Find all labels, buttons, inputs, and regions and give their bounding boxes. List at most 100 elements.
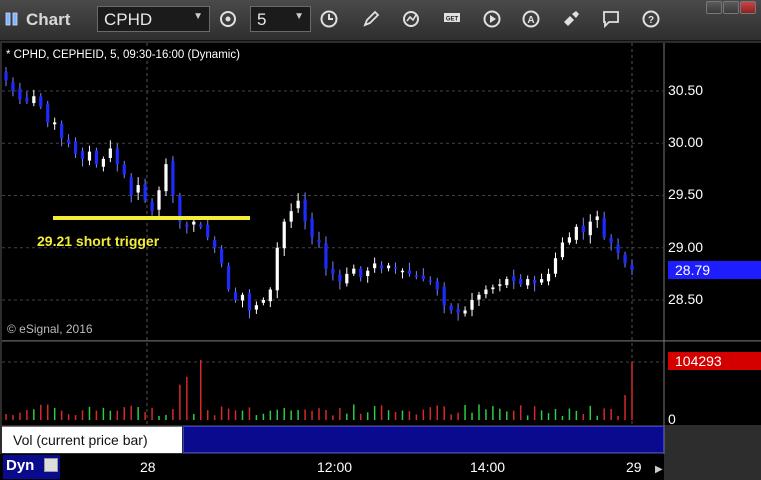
candle-body bbox=[602, 217, 606, 238]
candle-body bbox=[247, 293, 252, 311]
refresh-button[interactable] bbox=[397, 6, 425, 32]
indicator-label-text: Vol (current price bar) bbox=[13, 432, 148, 448]
candle-body bbox=[456, 309, 460, 313]
candle-body bbox=[539, 279, 544, 283]
candle-body bbox=[226, 265, 231, 290]
time-tick: 28 bbox=[140, 459, 156, 475]
candle-body bbox=[400, 270, 405, 273]
settings-button[interactable] bbox=[214, 6, 242, 32]
symbol-value: CPHD bbox=[104, 10, 153, 29]
last-price-value: 28.79 bbox=[675, 262, 711, 278]
candle-body bbox=[359, 268, 363, 278]
candle-body bbox=[421, 275, 425, 280]
candle-body bbox=[491, 287, 495, 290]
indicator-bar bbox=[183, 426, 664, 453]
chevron-down-icon: ▼ bbox=[193, 11, 203, 22]
interval-combo[interactable]: 5 ▼ bbox=[250, 6, 311, 32]
svg-text:?: ? bbox=[648, 15, 654, 26]
price-tick: 28.50 bbox=[668, 291, 704, 307]
candle-body bbox=[282, 221, 286, 249]
svg-text:GET: GET bbox=[446, 17, 459, 23]
candle-body bbox=[185, 224, 189, 227]
scroll-right-icon[interactable]: ▶ bbox=[655, 464, 663, 475]
interval-value: 5 bbox=[257, 10, 267, 29]
get-icon: GET bbox=[444, 13, 460, 23]
candle-body bbox=[157, 190, 161, 210]
candle-body bbox=[296, 200, 300, 209]
price-tick: 29.50 bbox=[668, 186, 704, 202]
candle-body bbox=[574, 226, 578, 240]
volume-value: 104293 bbox=[675, 353, 722, 369]
candle-body bbox=[519, 278, 523, 285]
tools-icon bbox=[564, 11, 579, 26]
candle-body bbox=[407, 270, 412, 274]
candle-body bbox=[526, 279, 530, 286]
axis-corner bbox=[664, 454, 761, 480]
draw-button[interactable] bbox=[357, 6, 385, 32]
candle-body bbox=[164, 164, 168, 192]
time-tick: 12:00 bbox=[317, 459, 353, 475]
minimize-button[interactable] bbox=[706, 1, 722, 14]
dynamic-mode-label: Dyn bbox=[6, 457, 35, 474]
close-icon[interactable]: × bbox=[172, 425, 178, 437]
help-icon: ? bbox=[642, 10, 660, 28]
candle-body bbox=[498, 284, 502, 286]
copyright: © eSignal, 2016 bbox=[7, 322, 93, 336]
candle-body bbox=[87, 151, 92, 161]
candle-body bbox=[53, 122, 57, 125]
candle-body bbox=[324, 243, 328, 269]
symbol-combo[interactable]: CPHD ▼ bbox=[97, 6, 210, 32]
candle-body bbox=[254, 305, 258, 310]
settings-icon bbox=[220, 11, 236, 27]
candle-body bbox=[275, 247, 279, 291]
lock-icon[interactable] bbox=[44, 458, 58, 472]
price-tick: 30.00 bbox=[668, 134, 704, 150]
candle-body bbox=[338, 274, 342, 282]
candle-body bbox=[477, 294, 481, 300]
chart-window: Chart CPHD ▼ 5 ▼ GET A ? * CPHD, CEPHEID… bbox=[0, 0, 761, 480]
pencil-icon bbox=[363, 10, 380, 27]
chevron-down-icon: ▼ bbox=[294, 11, 304, 22]
candle-body bbox=[129, 176, 133, 196]
play-icon bbox=[483, 10, 501, 28]
close-button[interactable] bbox=[740, 1, 756, 14]
help-button[interactable]: ? bbox=[637, 6, 665, 32]
maximize-button[interactable] bbox=[723, 1, 739, 14]
candle-body bbox=[73, 141, 78, 154]
alert-icon: A bbox=[522, 10, 540, 28]
candle-body bbox=[352, 268, 356, 274]
volume-zero-tick: 0 bbox=[668, 411, 676, 427]
volume-tag: 104293 bbox=[668, 352, 761, 370]
candle-body bbox=[101, 158, 105, 167]
indicator-label[interactable]: Vol (current price bar) bbox=[2, 426, 182, 453]
window-title: Chart bbox=[26, 10, 71, 29]
candle-body bbox=[136, 185, 140, 193]
candle-body bbox=[442, 286, 446, 306]
candle-body bbox=[4, 72, 8, 81]
time-tick: 29 bbox=[626, 459, 642, 475]
time-tick: 14:00 bbox=[470, 459, 506, 475]
candle-body bbox=[261, 300, 265, 303]
alert-button[interactable]: A bbox=[517, 6, 545, 32]
candle-body bbox=[463, 310, 467, 314]
candle-body bbox=[630, 264, 634, 270]
tools-button[interactable] bbox=[557, 6, 585, 32]
play-button[interactable] bbox=[478, 6, 506, 32]
candle-body bbox=[289, 211, 293, 222]
candle-body bbox=[553, 258, 558, 274]
candle-body bbox=[122, 164, 126, 175]
comment-button[interactable] bbox=[597, 6, 625, 32]
clock-icon bbox=[320, 10, 338, 28]
candle-body bbox=[366, 270, 370, 277]
candle-body bbox=[567, 237, 571, 243]
candle-body bbox=[533, 280, 537, 284]
candle-body bbox=[560, 242, 565, 258]
candle-body bbox=[449, 305, 453, 311]
candle-body bbox=[25, 97, 29, 102]
candle-body bbox=[414, 275, 418, 278]
get-data-button[interactable]: GET bbox=[438, 6, 466, 32]
time-button[interactable] bbox=[315, 6, 343, 32]
candle-body bbox=[240, 294, 245, 301]
candle-body bbox=[94, 150, 99, 165]
volume-pane-bg bbox=[2, 341, 664, 425]
